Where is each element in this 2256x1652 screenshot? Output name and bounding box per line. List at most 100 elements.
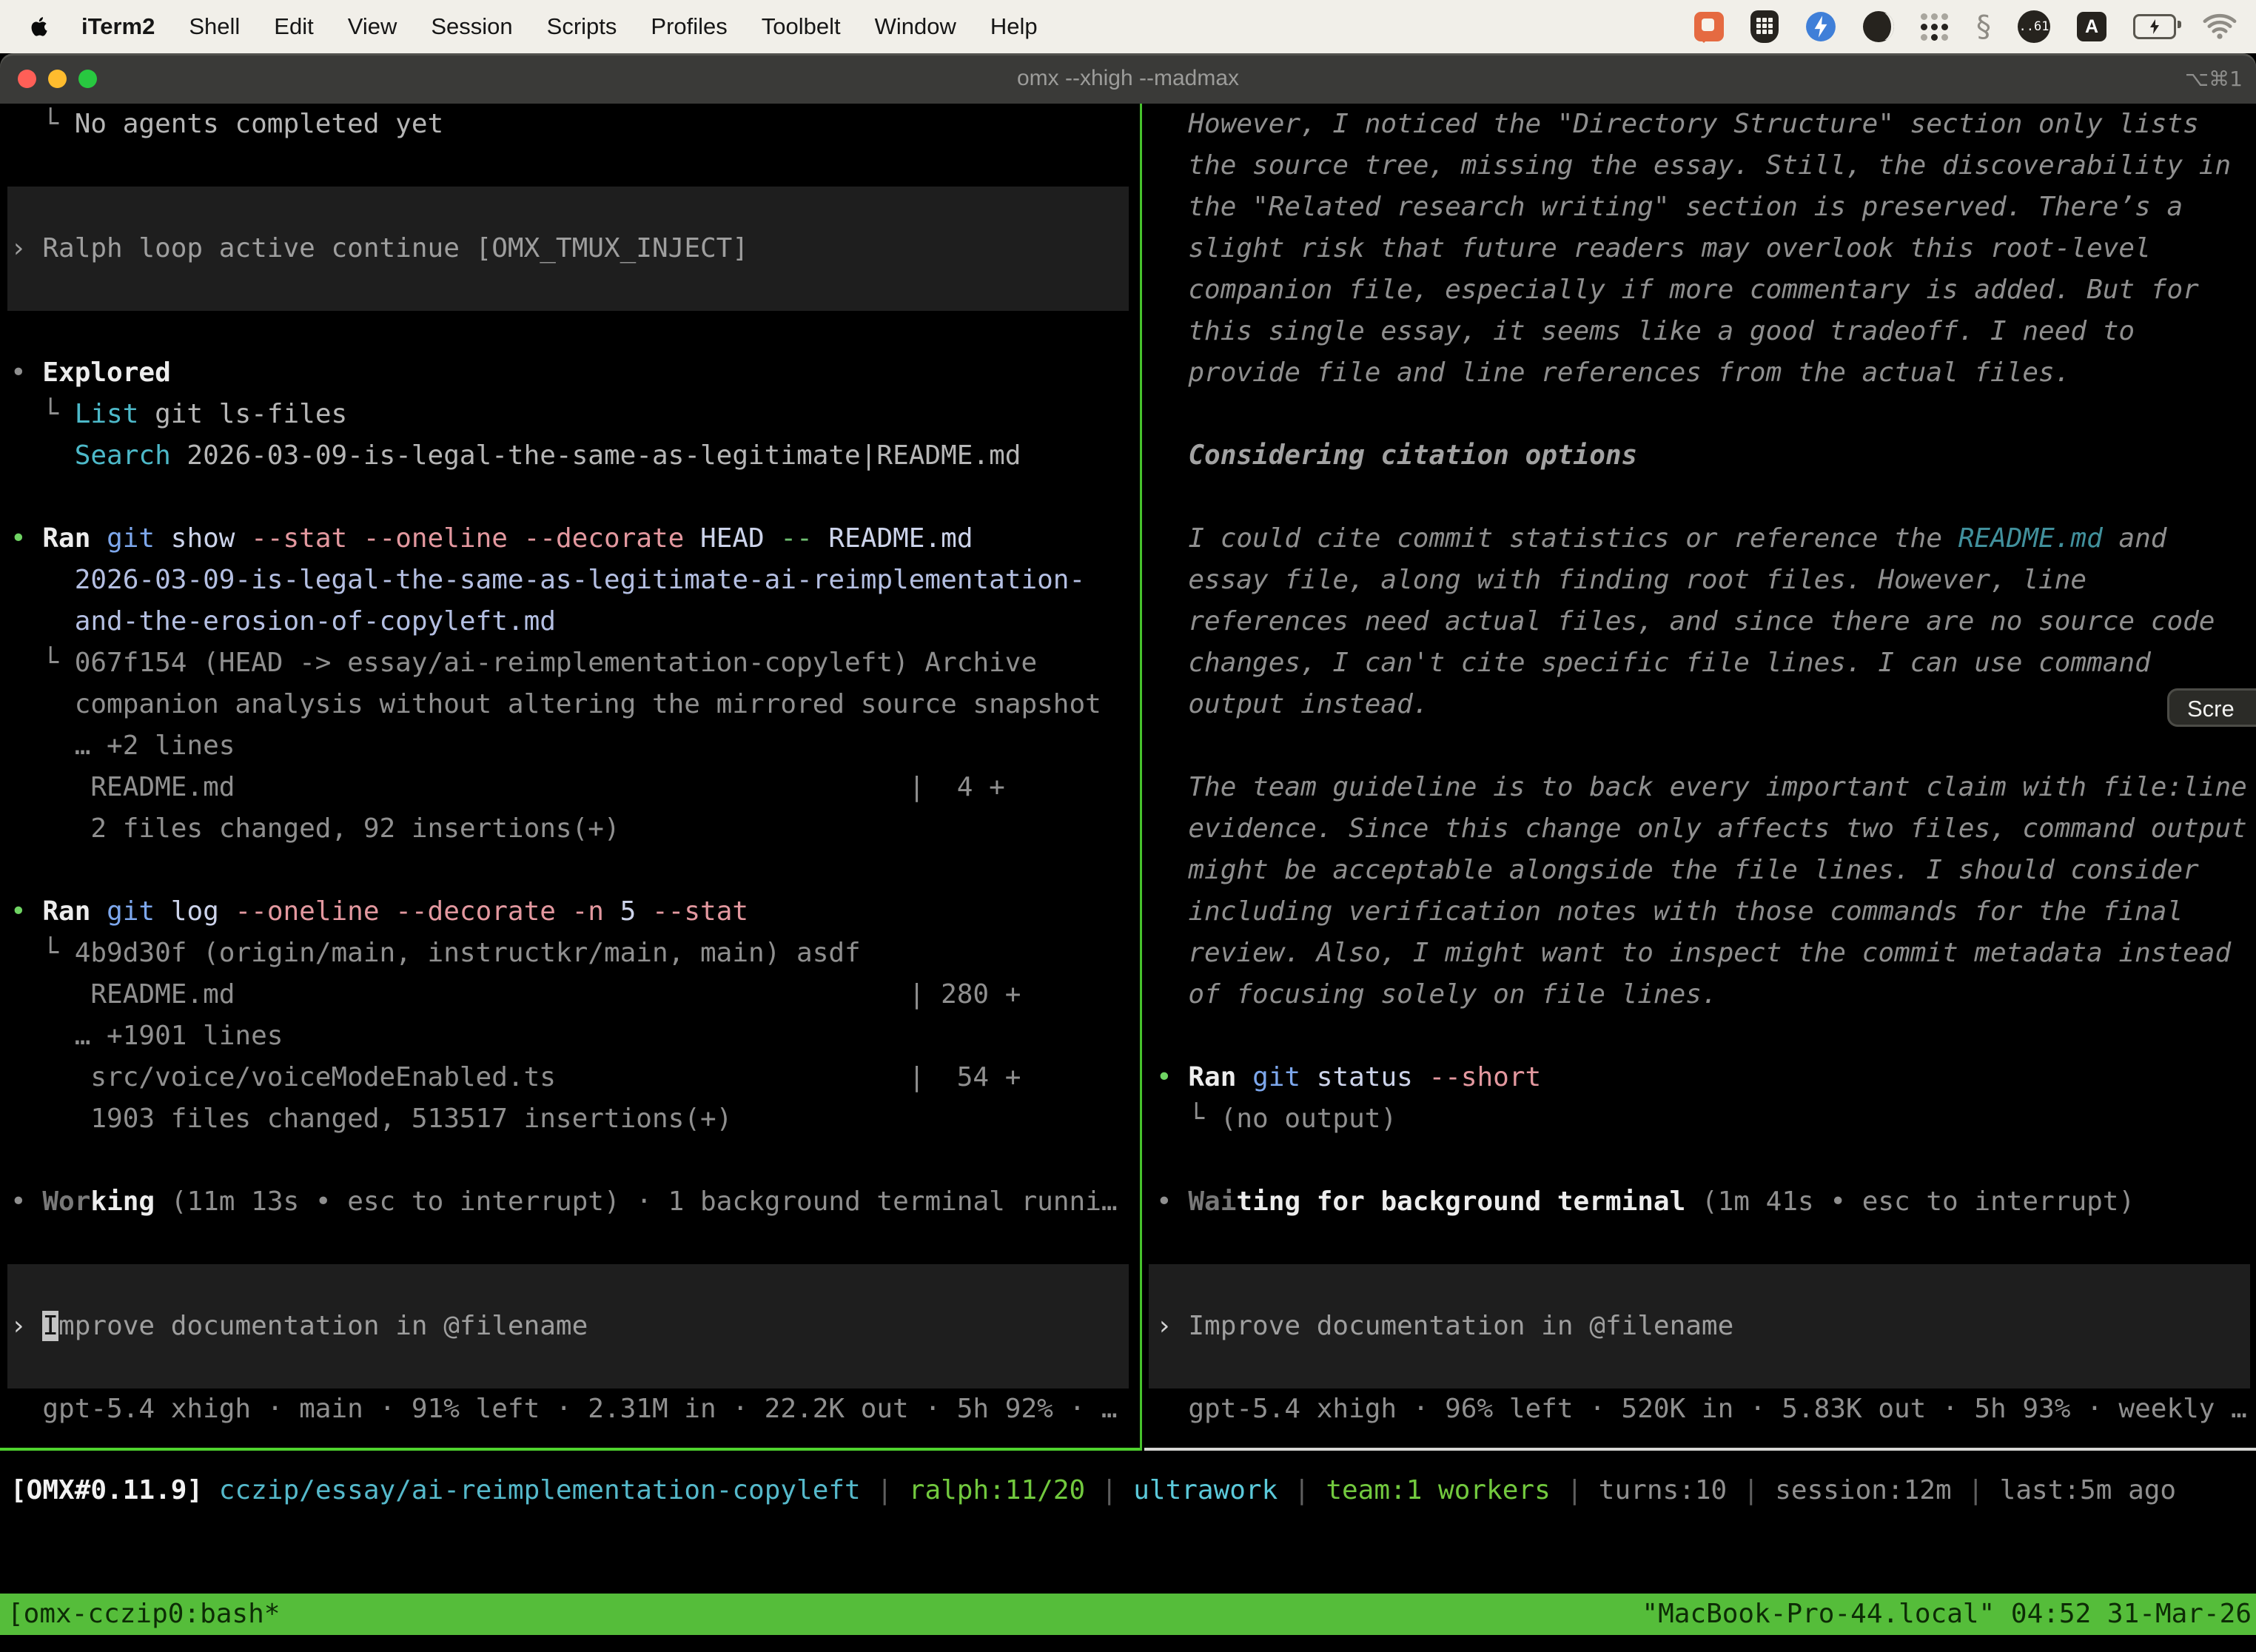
text-segment: | bbox=[1952, 1475, 2000, 1505]
menu-item-view[interactable]: View bbox=[348, 13, 397, 40]
text-segment: session:12m bbox=[1775, 1475, 1951, 1505]
text-segment: README.md bbox=[1958, 523, 2103, 554]
text-segment: 4b9d30f (origin/main, instructkr/main, m… bbox=[75, 938, 861, 968]
terminal-line bbox=[0, 1223, 1140, 1264]
input-source-icon[interactable]: A bbox=[2077, 12, 2106, 41]
text-segment bbox=[1685, 1186, 1702, 1217]
text-segment: changes, I can't cite specific file line… bbox=[1156, 648, 2151, 678]
bolt-badge-icon[interactable] bbox=[1805, 11, 1836, 42]
left-pane-border bbox=[0, 1448, 1140, 1451]
badge-61-icon[interactable]: ..61 bbox=[2018, 10, 2050, 43]
text-segment: … +1901 lines bbox=[10, 1021, 283, 1051]
text-segment: mprove documentation in @filename bbox=[58, 1311, 588, 1341]
prompt-input-box-right[interactable]: › Improve documentation in @filename bbox=[1149, 1264, 2250, 1389]
terminal-line: 1903 files changed, 513517 insertions(+) bbox=[0, 1098, 1140, 1140]
zoom-window-button[interactable] bbox=[78, 70, 97, 88]
shield-grid-icon[interactable] bbox=[1750, 10, 1779, 43]
menu-item-session[interactable]: Session bbox=[431, 13, 512, 40]
terminal-line: evidence. Since this change only affects… bbox=[1144, 808, 2256, 850]
battery-icon[interactable] bbox=[2133, 14, 2176, 39]
menu-item-toolbelt[interactable]: Toolbelt bbox=[762, 13, 841, 40]
menu-item-window[interactable]: Window bbox=[875, 13, 956, 40]
tmux-session-name[interactable]: [omx-cczip0:bash* bbox=[0, 1594, 280, 1635]
tmux-status-bar: [omx-cczip0:bash* "MacBook-Pro-44.local"… bbox=[0, 1594, 2256, 1635]
terminal-line bbox=[0, 477, 1140, 518]
terminal-line: • Explored bbox=[0, 352, 1140, 394]
terminal-line: the source tree, missing the essay. Stil… bbox=[1144, 145, 2256, 187]
menu-item-shell[interactable]: Shell bbox=[189, 13, 240, 40]
menu-item-profiles[interactable]: Profiles bbox=[651, 13, 727, 40]
terminal-line: 2 files changed, 92 insertions(+) bbox=[0, 808, 1140, 850]
terminal-line: └ 4b9d30f (origin/main, instructkr/main,… bbox=[0, 933, 1140, 974]
menu-item-iterm2[interactable]: iTerm2 bbox=[81, 13, 155, 40]
text-segment: including verification notes with those … bbox=[1156, 896, 2183, 927]
apple-menu-icon[interactable] bbox=[28, 13, 50, 40]
left-pane[interactable]: └ No agents completed yet › Ralph loop a… bbox=[0, 104, 1140, 1448]
text-segment: slight risk that future readers may over… bbox=[1156, 233, 2151, 263]
text-segment: Explored bbox=[42, 357, 170, 388]
text-segment: … +2 lines bbox=[10, 731, 235, 761]
text-segment: (11m 13s • esc to interrupt) · 1 backgro… bbox=[171, 1186, 1118, 1217]
terminal-line: essay file, along with finding root file… bbox=[1144, 560, 2256, 601]
text-segment: and-the-erosion-of-copyleft.md bbox=[10, 606, 556, 637]
text-segment: README.md bbox=[828, 523, 973, 554]
omx-status-line: [OMX#0.11.9] cczip/essay/ai-reimplementa… bbox=[0, 1470, 2256, 1511]
pane-divider[interactable] bbox=[1140, 104, 1142, 1451]
text-segment: git bbox=[107, 523, 171, 554]
terminal-line: • Ran git show --stat --oneline --decora… bbox=[0, 518, 1140, 560]
text-segment: | bbox=[1551, 1475, 1599, 1505]
text-segment: cczip/essay/ai-reimplementation-copyleft bbox=[219, 1475, 861, 1505]
text-segment: However, I noticed the "Directory Struct… bbox=[1156, 109, 2199, 139]
text-segment: 2026-03-09-is-legal-the-same-as-legitima… bbox=[10, 565, 1085, 595]
text-segment: [OMX#0.11.9] bbox=[10, 1475, 203, 1505]
menu-item-scripts[interactable]: Scripts bbox=[547, 13, 617, 40]
terminal-line: └ No agents completed yet bbox=[0, 104, 1140, 145]
model-status-line: gpt-5.4 xhigh · main · 91% left · 2.31M … bbox=[0, 1389, 1140, 1430]
squiggle-icon[interactable]: § bbox=[1976, 10, 1991, 44]
text-segment: | bbox=[1727, 1475, 1775, 1505]
window-title: omx --xhigh --madmax bbox=[0, 66, 2256, 91]
menu-item-edit[interactable]: Edit bbox=[274, 13, 313, 40]
crescent-circle-icon[interactable] bbox=[1863, 11, 1894, 42]
minimize-window-button[interactable] bbox=[48, 70, 67, 88]
text-segment: show bbox=[171, 523, 251, 554]
terminal-line: • Working (11m 13s • esc to interrupt) ·… bbox=[0, 1181, 1140, 1223]
terminal-content: └ No agents completed yet › Ralph loop a… bbox=[0, 104, 2256, 1652]
terminal-line: src/voice/voiceModeEnabled.ts | 54 + bbox=[0, 1057, 1140, 1098]
text-segment: gpt-5.4 xhigh · 96% left · 520K in · 5.8… bbox=[1156, 1394, 2247, 1424]
terminal-line: review. Also, I might want to inspect th… bbox=[1144, 933, 2256, 974]
text-segment: companion analysis without altering the … bbox=[10, 689, 1101, 719]
text-segment bbox=[155, 1186, 171, 1217]
text-segment: git bbox=[107, 896, 171, 927]
terminal-line: changes, I can't cite specific file line… bbox=[1144, 642, 2256, 684]
wifi-icon[interactable] bbox=[2203, 13, 2237, 40]
text-segment: 1903 files changed, 513517 insertions(+) bbox=[10, 1104, 732, 1134]
terminal-line: slight risk that future readers may over… bbox=[1144, 228, 2256, 269]
text-segment: log bbox=[171, 896, 235, 927]
text-segment: › bbox=[10, 1311, 42, 1341]
text-segment: of focusing solely on file lines. bbox=[1156, 979, 1718, 1010]
text-segment: this single essay, it seems like a good … bbox=[1156, 316, 2135, 346]
prompt-input-box-left[interactable]: › Improve documentation in @filename bbox=[7, 1264, 1129, 1389]
text-segment: Search bbox=[75, 440, 171, 471]
terminal-line bbox=[0, 1140, 1140, 1181]
text-segment: • bbox=[10, 896, 42, 927]
text-segment: └ bbox=[10, 399, 75, 429]
terminal-line bbox=[1144, 1015, 2256, 1057]
terminal-line: references need actual files, and since … bbox=[1144, 601, 2256, 642]
chat-badge-icon[interactable] bbox=[1694, 12, 1724, 41]
screen-notification-popup[interactable]: Scre bbox=[2167, 688, 2256, 727]
injected-command-box[interactable]: › Ralph loop active continue [OMX_TMUX_I… bbox=[7, 187, 1129, 311]
tmux-window-shortcut: ⌥⌘1 bbox=[2185, 67, 2256, 91]
terminal-line bbox=[0, 145, 1140, 187]
menu-item-help[interactable]: Help bbox=[990, 13, 1038, 40]
close-window-button[interactable] bbox=[18, 70, 36, 88]
terminal-line: companion file, especially if more comme… bbox=[1144, 269, 2256, 311]
window-title-bar[interactable]: omx --xhigh --madmax ⌥⌘1 bbox=[0, 53, 2256, 104]
menu-items: iTerm2 Shell Edit View Session Scripts Profile… bbox=[81, 13, 1072, 40]
text-segment: 5 bbox=[620, 896, 652, 927]
right-pane[interactable]: However, I noticed the "Directory Struct… bbox=[1144, 104, 2256, 1448]
text-segment: HEAD bbox=[700, 523, 780, 554]
dots-grid-icon[interactable] bbox=[1921, 13, 1950, 41]
terminal-line: this single essay, it seems like a good … bbox=[1144, 311, 2256, 352]
